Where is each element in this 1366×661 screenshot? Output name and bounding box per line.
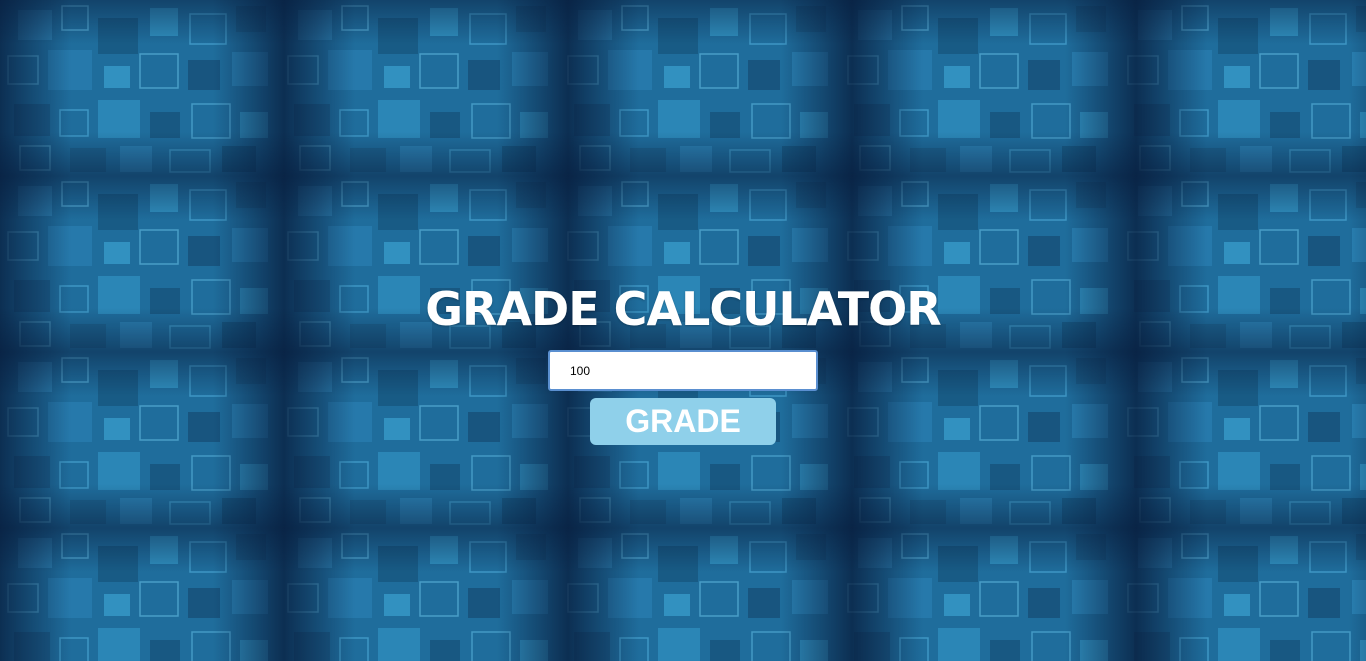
page-title: GRADE CALCULATOR: [425, 281, 941, 336]
score-input[interactable]: [548, 350, 818, 391]
grade-button[interactable]: GRADE: [590, 398, 776, 445]
